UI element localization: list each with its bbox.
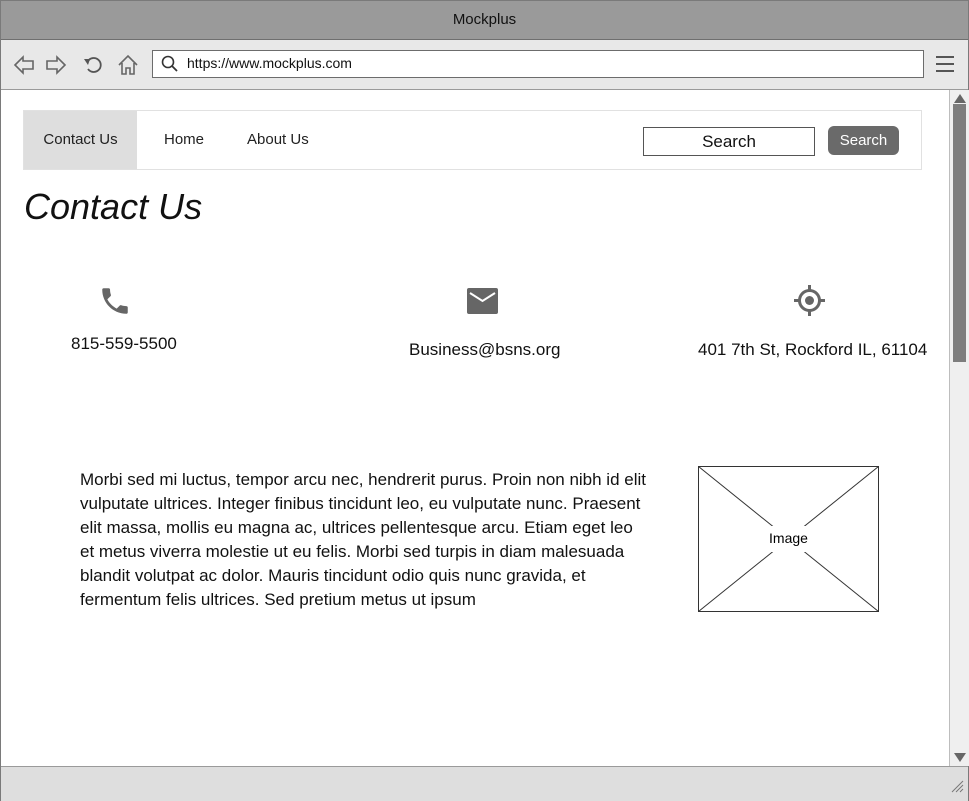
search-button[interactable]: Search xyxy=(828,126,899,155)
nav-item-contact-us[interactable]: Contact Us xyxy=(24,111,137,169)
refresh-icon[interactable] xyxy=(83,54,105,76)
phone-icon xyxy=(98,284,132,323)
email-address: Business@bsns.org xyxy=(409,340,561,359)
url-text: https://www.mockplus.com xyxy=(187,55,352,71)
page-title: Contact Us xyxy=(24,186,203,227)
back-icon[interactable] xyxy=(13,54,35,76)
vertical-scrollbar[interactable] xyxy=(949,90,969,766)
nav-item-home[interactable]: Home xyxy=(164,111,204,169)
body-paragraph: Morbi sed mi luctus, tempor arcu nec, he… xyxy=(80,470,646,609)
browser-toolbar: https://www.mockplus.com xyxy=(1,40,968,90)
top-navigation: Contact Us Home About Us Search Search xyxy=(23,110,922,170)
hamburger-menu-icon[interactable] xyxy=(936,56,954,72)
address-bar[interactable]: https://www.mockplus.com xyxy=(152,50,924,78)
mail-icon xyxy=(467,288,498,319)
location-icon xyxy=(793,284,826,322)
scroll-down-arrow-icon[interactable] xyxy=(954,753,966,762)
window-title: Mockplus xyxy=(452,11,517,28)
scroll-thumb[interactable] xyxy=(953,104,966,362)
title-bar: Mockplus xyxy=(1,1,968,40)
forward-icon[interactable] xyxy=(45,54,67,76)
home-icon[interactable] xyxy=(117,54,139,76)
search-input[interactable]: Search xyxy=(643,127,815,156)
scroll-up-arrow-icon[interactable] xyxy=(954,94,966,103)
status-bar xyxy=(1,766,968,801)
nav-item-about-us[interactable]: About Us xyxy=(247,111,309,169)
phone-number: 815-559-5500 xyxy=(71,334,177,353)
page-viewport: Contact Us Home About Us Search Search C… xyxy=(1,90,949,766)
image-label: Image xyxy=(769,530,808,546)
resize-grip-icon[interactable] xyxy=(950,779,964,798)
street-address: 401 7th St, Rockford IL, 61104 xyxy=(698,340,928,359)
search-icon xyxy=(161,55,179,78)
browser-window: Mockplus https://www.mockplus.com Contac… xyxy=(0,0,969,801)
image-placeholder: Image xyxy=(698,466,879,612)
